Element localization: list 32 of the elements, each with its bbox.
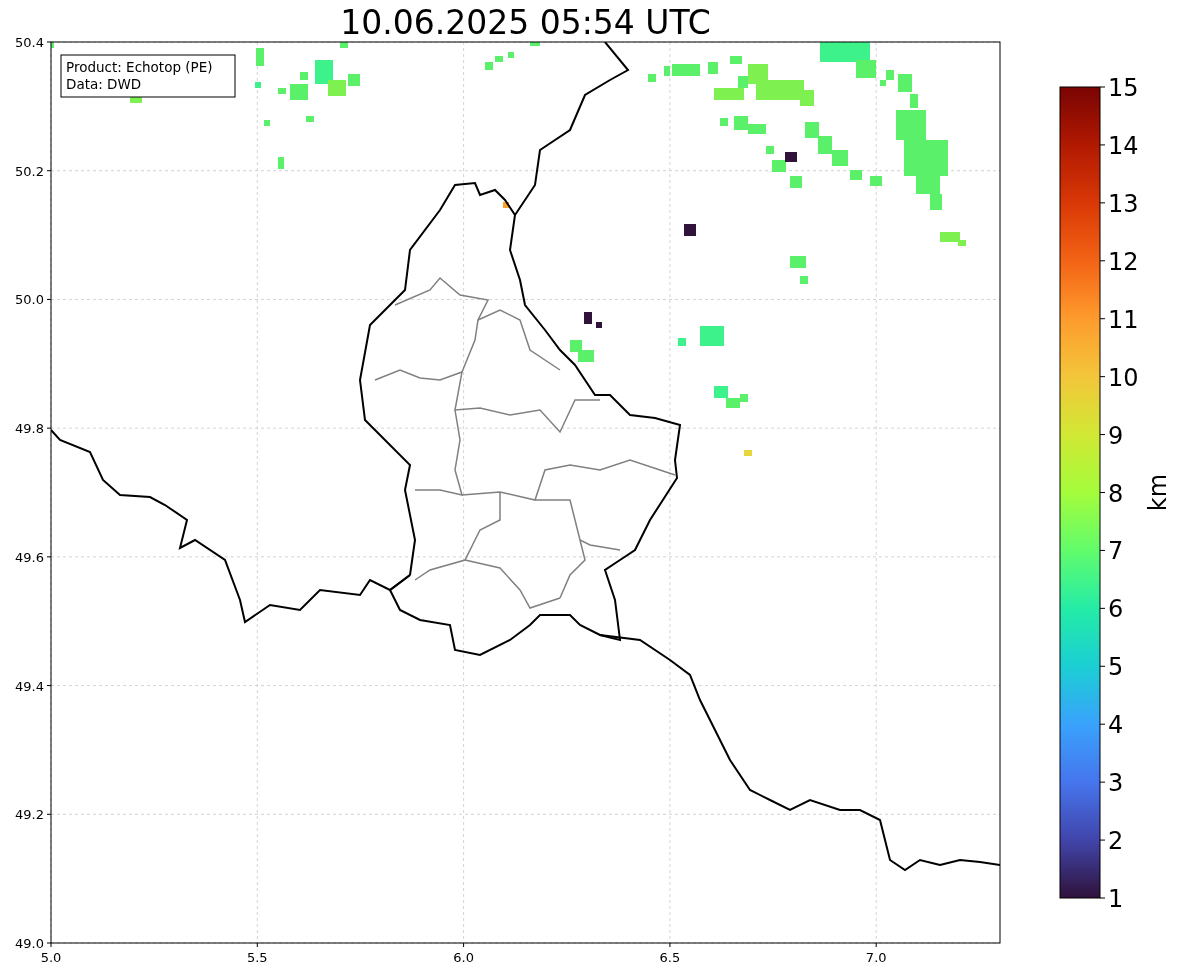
chart-title: 10.06.2025 05:54 UTC <box>340 3 711 42</box>
colorbar-tick-label: 4 <box>1108 711 1124 740</box>
x-tick-label: 6.5 <box>659 950 681 965</box>
colorbar-tick-label: 3 <box>1108 769 1124 798</box>
annotation-text: Data: DWD <box>66 76 142 92</box>
colorbar-label: km <box>1144 473 1172 512</box>
colorbar-tick-label: 11 <box>1108 305 1139 334</box>
y-tick-label: 49.2 <box>15 807 44 823</box>
y-tick-label: 50.0 <box>15 292 44 308</box>
x-tick-label: 6.0 <box>453 950 474 965</box>
y-tick-label: 49.6 <box>15 549 44 565</box>
colorbar-tick-label: 10 <box>1108 363 1139 392</box>
colorbar-tick-label: 1 <box>1108 885 1124 913</box>
colorbar-tick-label: 8 <box>1108 479 1124 508</box>
x-tick-label: 5.0 <box>40 950 62 965</box>
y-tick-label: 50.2 <box>15 163 44 179</box>
y-tick-label: 49.0 <box>15 936 44 951</box>
colorbar-tick-label: 5 <box>1108 653 1124 682</box>
colorbar-tick-label: 9 <box>1108 421 1124 450</box>
y-tick-label: 49.8 <box>15 421 44 437</box>
y-tick-label: 49.4 <box>15 678 44 694</box>
annotation-text: Product: Echotop (PE) <box>66 59 213 75</box>
colorbar-tick-label: 2 <box>1108 827 1124 856</box>
colorbar-tick-label: 13 <box>1108 189 1139 218</box>
colorbar-tick-label: 12 <box>1108 247 1139 276</box>
x-tick-label: 7.0 <box>865 950 887 965</box>
colorbar-tick-label: 6 <box>1108 595 1124 624</box>
y-tick-label: 50.4 <box>15 35 44 50</box>
colorbar-tick-label: 14 <box>1108 131 1139 160</box>
x-tick-label: 5.5 <box>246 950 268 965</box>
colorbar-tick-label: 7 <box>1108 537 1124 566</box>
colorbar-tick-label: 15 <box>1108 74 1139 102</box>
